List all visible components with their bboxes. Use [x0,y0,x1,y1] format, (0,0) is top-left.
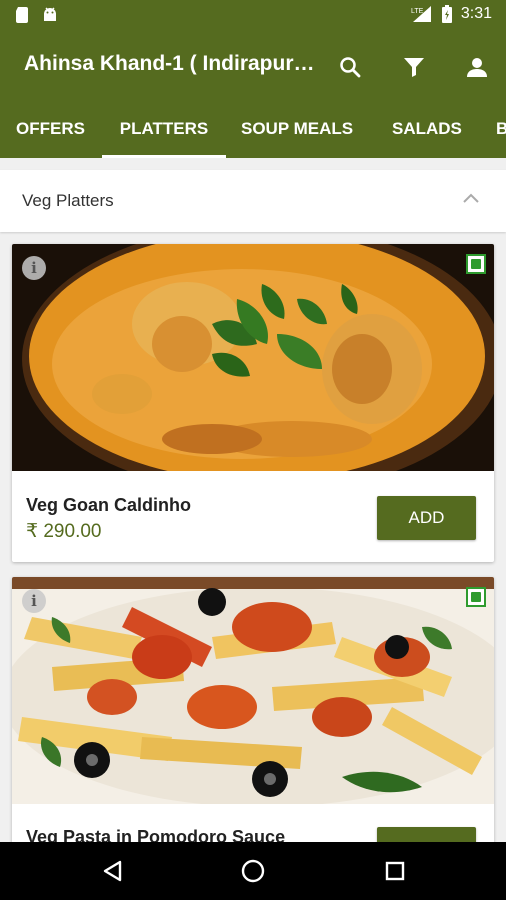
app-bar: Ahinsa Khand-1 ( Indirapuram ) [0,32,506,102]
tab-platters[interactable]: PLATTERS [102,102,226,158]
dish-image [12,244,494,471]
sd-card-icon [16,7,28,23]
veg-dot [471,592,481,602]
chevron-up-icon[interactable] [462,192,480,204]
info-icon[interactable]: i [22,256,46,280]
signal-icon: LTE [411,6,431,22]
veg-dot [471,259,481,269]
recents-button[interactable] [380,856,410,886]
menu-item-card[interactable]: i Veg Goan Caldinho ₹ 290.00 ADD [12,244,494,562]
account-icon [467,58,487,77]
menu-list[interactable]: Veg Platters i Veg Goan Caldinho ₹ 290.0… [0,158,506,842]
filter-button[interactable] [397,50,431,84]
menu-item-card[interactable]: i Veg Pasta in Pomodoro Sauce [12,577,494,842]
back-button[interactable] [97,856,127,886]
tab-offers[interactable]: OFFERS [16,102,85,158]
home-button[interactable] [238,856,268,886]
android-icon [44,7,56,21]
item-name: Veg Pasta in Pomodoro Sauce [26,827,286,842]
veg-indicator-icon [466,587,486,607]
app-screen: LTE 3:31 Ahinsa Khand-1 ( Indirapuram ) … [0,0,506,900]
system-nav-bar [0,842,506,900]
recents-icon [385,861,405,881]
section-header-veg-platters[interactable]: Veg Platters [0,170,506,232]
dish-image [12,577,494,804]
status-time: 3:31 [460,5,492,22]
account-button[interactable] [460,50,494,84]
section-title: Veg Platters [22,191,114,210]
home-icon [241,859,265,883]
add-button[interactable]: ADD [377,496,476,540]
back-icon [103,860,122,882]
category-tabs: OFFERS PLATTERS SOUP MEALS SALADS B [0,102,506,158]
item-price: ₹ 290.00 [26,521,102,542]
search-button[interactable] [333,50,367,84]
add-button[interactable] [377,827,476,842]
item-name: Veg Goan Caldinho [26,495,192,515]
search-icon [340,57,361,78]
dish-photo[interactable]: i [12,577,494,804]
filter-icon [404,58,424,77]
page-title: Ahinsa Khand-1 ( Indirapuram ) [24,52,324,75]
veg-indicator-icon [466,254,486,274]
tab-soup-meals[interactable]: SOUP MEALS [241,102,353,158]
battery-icon [441,5,452,23]
info-icon[interactable]: i [22,589,46,613]
tab-salads[interactable]: SALADS [392,102,462,158]
dish-photo[interactable]: i [12,244,494,471]
svg-text:LTE: LTE [411,8,424,15]
tab-more[interactable]: B [496,102,506,158]
status-bar: LTE 3:31 [0,0,506,32]
